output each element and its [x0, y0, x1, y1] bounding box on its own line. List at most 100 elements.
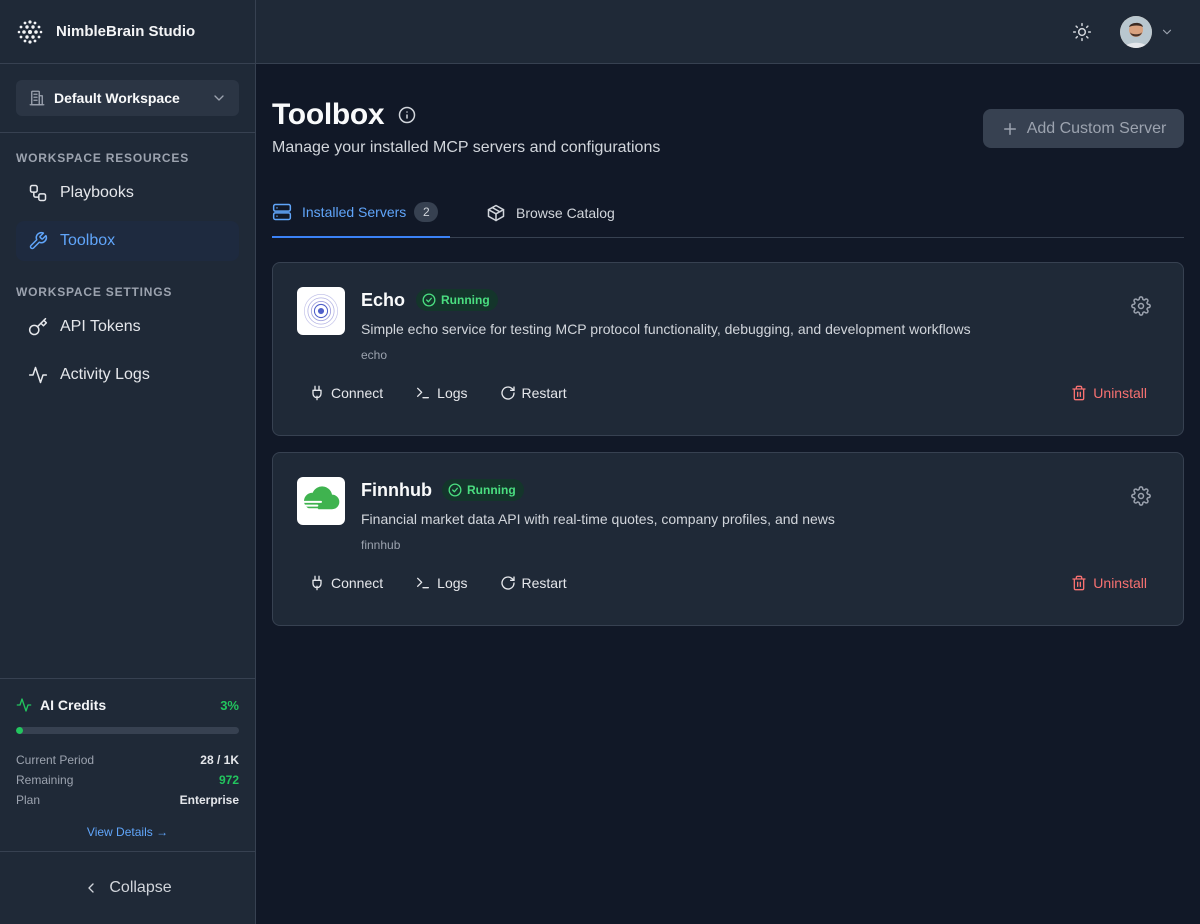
server-name: Echo	[361, 290, 406, 310]
avatar-portrait-icon	[1120, 16, 1152, 48]
logs-label: Logs	[437, 385, 468, 401]
tab-label: Browse Catalog	[516, 205, 615, 221]
server-description: Simple echo service for testing MCP prot…	[361, 321, 971, 337]
logs-button[interactable]: Logs	[415, 385, 468, 401]
view-details-link[interactable]: View Details →	[16, 825, 239, 839]
workspace-name: Default Workspace	[54, 90, 180, 106]
server-card-echo: Echo Running Simple echo service for tes…	[272, 262, 1184, 436]
theme-toggle-sun-icon[interactable]	[1072, 22, 1092, 42]
refresh-icon	[500, 576, 515, 590]
connect-button[interactable]: Connect	[309, 575, 383, 591]
trash-icon	[1072, 575, 1086, 591]
page-title-row: Toolbox	[272, 98, 416, 132]
terminal-icon	[417, 577, 430, 589]
app-name: NimbleBrain Studio	[56, 23, 196, 40]
top-bar	[256, 0, 1200, 64]
server-slug: echo	[361, 348, 388, 362]
echo-ripple-icon	[297, 287, 345, 335]
package-icon	[487, 204, 505, 222]
credits-row-value: 972	[218, 773, 239, 787]
collapse-sidebar-button[interactable]: Collapse	[0, 851, 255, 924]
status-label: Running	[467, 483, 516, 497]
credits-row-label: Plan	[16, 793, 41, 807]
section-title-settings: WORKSPACE SETTINGS	[16, 285, 173, 299]
status-label: Running	[441, 293, 490, 307]
activity-icon	[16, 698, 32, 712]
building-icon	[29, 90, 45, 106]
server-description: Financial market data API with real-time…	[361, 511, 835, 527]
finnhub-cloud-icon	[297, 477, 345, 525]
installed-count-badge: 2	[414, 202, 439, 222]
sidebar-item-label: API Tokens	[60, 318, 141, 335]
card-actions: Connect Logs Restart	[309, 385, 599, 401]
restart-button[interactable]: Restart	[500, 575, 567, 591]
credits-row-remaining: Remaining 972	[16, 773, 239, 787]
restart-label: Restart	[521, 385, 567, 401]
credits-row-plan: Plan Enterprise	[16, 793, 239, 807]
page-subtitle: Manage your installed MCP servers and co…	[272, 139, 661, 156]
gear-icon[interactable]	[1131, 296, 1151, 316]
chevron-left-icon	[88, 883, 95, 893]
workflow-icon	[29, 184, 47, 202]
collapse-label: Collapse	[109, 879, 172, 896]
nimblebrain-logo-icon	[17, 19, 43, 44]
plug-icon	[312, 385, 322, 401]
uninstall-label: Uninstall	[1093, 575, 1147, 591]
credits-percent: 3%	[220, 697, 239, 713]
plus-icon	[1003, 122, 1016, 135]
sidebar-item-playbooks[interactable]: Playbooks	[16, 173, 239, 213]
brand[interactable]: NimbleBrain Studio	[0, 0, 255, 64]
credits-row-label: Current Period	[16, 753, 95, 767]
sidebar-item-toolbox[interactable]: Toolbox	[16, 221, 239, 261]
status-badge: Running	[442, 479, 524, 501]
credits-row-label: Remaining	[16, 773, 74, 787]
card-actions: Connect Logs Restart	[309, 575, 599, 591]
uninstall-label: Uninstall	[1093, 385, 1147, 401]
server-card-finnhub: Finnhub Running Financial market data AP…	[272, 452, 1184, 626]
restart-button[interactable]: Restart	[500, 385, 567, 401]
check-circle-icon	[422, 293, 436, 307]
plug-icon	[312, 575, 322, 591]
add-custom-server-label: Add Custom Server	[1026, 119, 1167, 137]
credits-progress-fill	[16, 727, 23, 734]
server-slug: finnhub	[361, 538, 401, 552]
tab-browse-catalog[interactable]: Browse Catalog	[486, 188, 615, 238]
uninstall-button[interactable]: Uninstall	[1071, 385, 1147, 401]
chevron-down-icon[interactable]	[1160, 25, 1174, 39]
sidebar-item-label: Activity Logs	[60, 366, 150, 383]
sidebar-item-activity-logs[interactable]: Activity Logs	[16, 355, 239, 395]
credits-progress-bar	[16, 727, 239, 734]
workspace-selector[interactable]: Default Workspace	[16, 80, 239, 116]
restart-label: Restart	[521, 575, 567, 591]
credits-title: AI Credits	[40, 697, 107, 713]
section-title-resources: WORKSPACE RESOURCES	[16, 151, 189, 165]
wrench-icon	[29, 231, 48, 250]
add-custom-server-button[interactable]: Add Custom Server	[983, 109, 1184, 148]
tab-installed-servers[interactable]: Installed Servers 2	[272, 188, 450, 238]
status-badge: Running	[416, 289, 498, 311]
workspace-selector-wrap: Default Workspace	[0, 64, 255, 133]
trash-icon	[1072, 385, 1086, 401]
server-icon	[272, 203, 292, 221]
sidebar-item-label: Toolbox	[60, 232, 116, 249]
logs-button[interactable]: Logs	[415, 575, 468, 591]
tab-label: Installed Servers	[302, 204, 407, 220]
credits-row-period: Current Period 28 / 1K	[16, 753, 239, 767]
refresh-icon	[500, 386, 515, 400]
sidebar: NimbleBrain Studio Default Workspace WOR…	[0, 0, 256, 924]
credits-row-value: Enterprise	[179, 793, 239, 807]
tabs: Installed Servers 2 Browse Catalog	[272, 188, 1184, 238]
connect-button[interactable]: Connect	[309, 385, 383, 401]
uninstall-button[interactable]: Uninstall	[1071, 575, 1147, 591]
user-avatar[interactable]	[1120, 16, 1152, 48]
terminal-icon	[417, 387, 430, 399]
ai-credits-panel: AI Credits 3% Current Period 28 / 1K Rem…	[0, 678, 255, 851]
sidebar-item-api-tokens[interactable]: API Tokens	[16, 307, 239, 347]
server-name: Finnhub	[361, 480, 432, 500]
logs-label: Logs	[437, 575, 468, 591]
gear-icon[interactable]	[1131, 486, 1151, 506]
info-icon[interactable]	[398, 106, 416, 124]
sidebar-item-label: Playbooks	[60, 184, 134, 201]
check-circle-icon	[448, 483, 462, 497]
connect-label: Connect	[331, 575, 384, 591]
